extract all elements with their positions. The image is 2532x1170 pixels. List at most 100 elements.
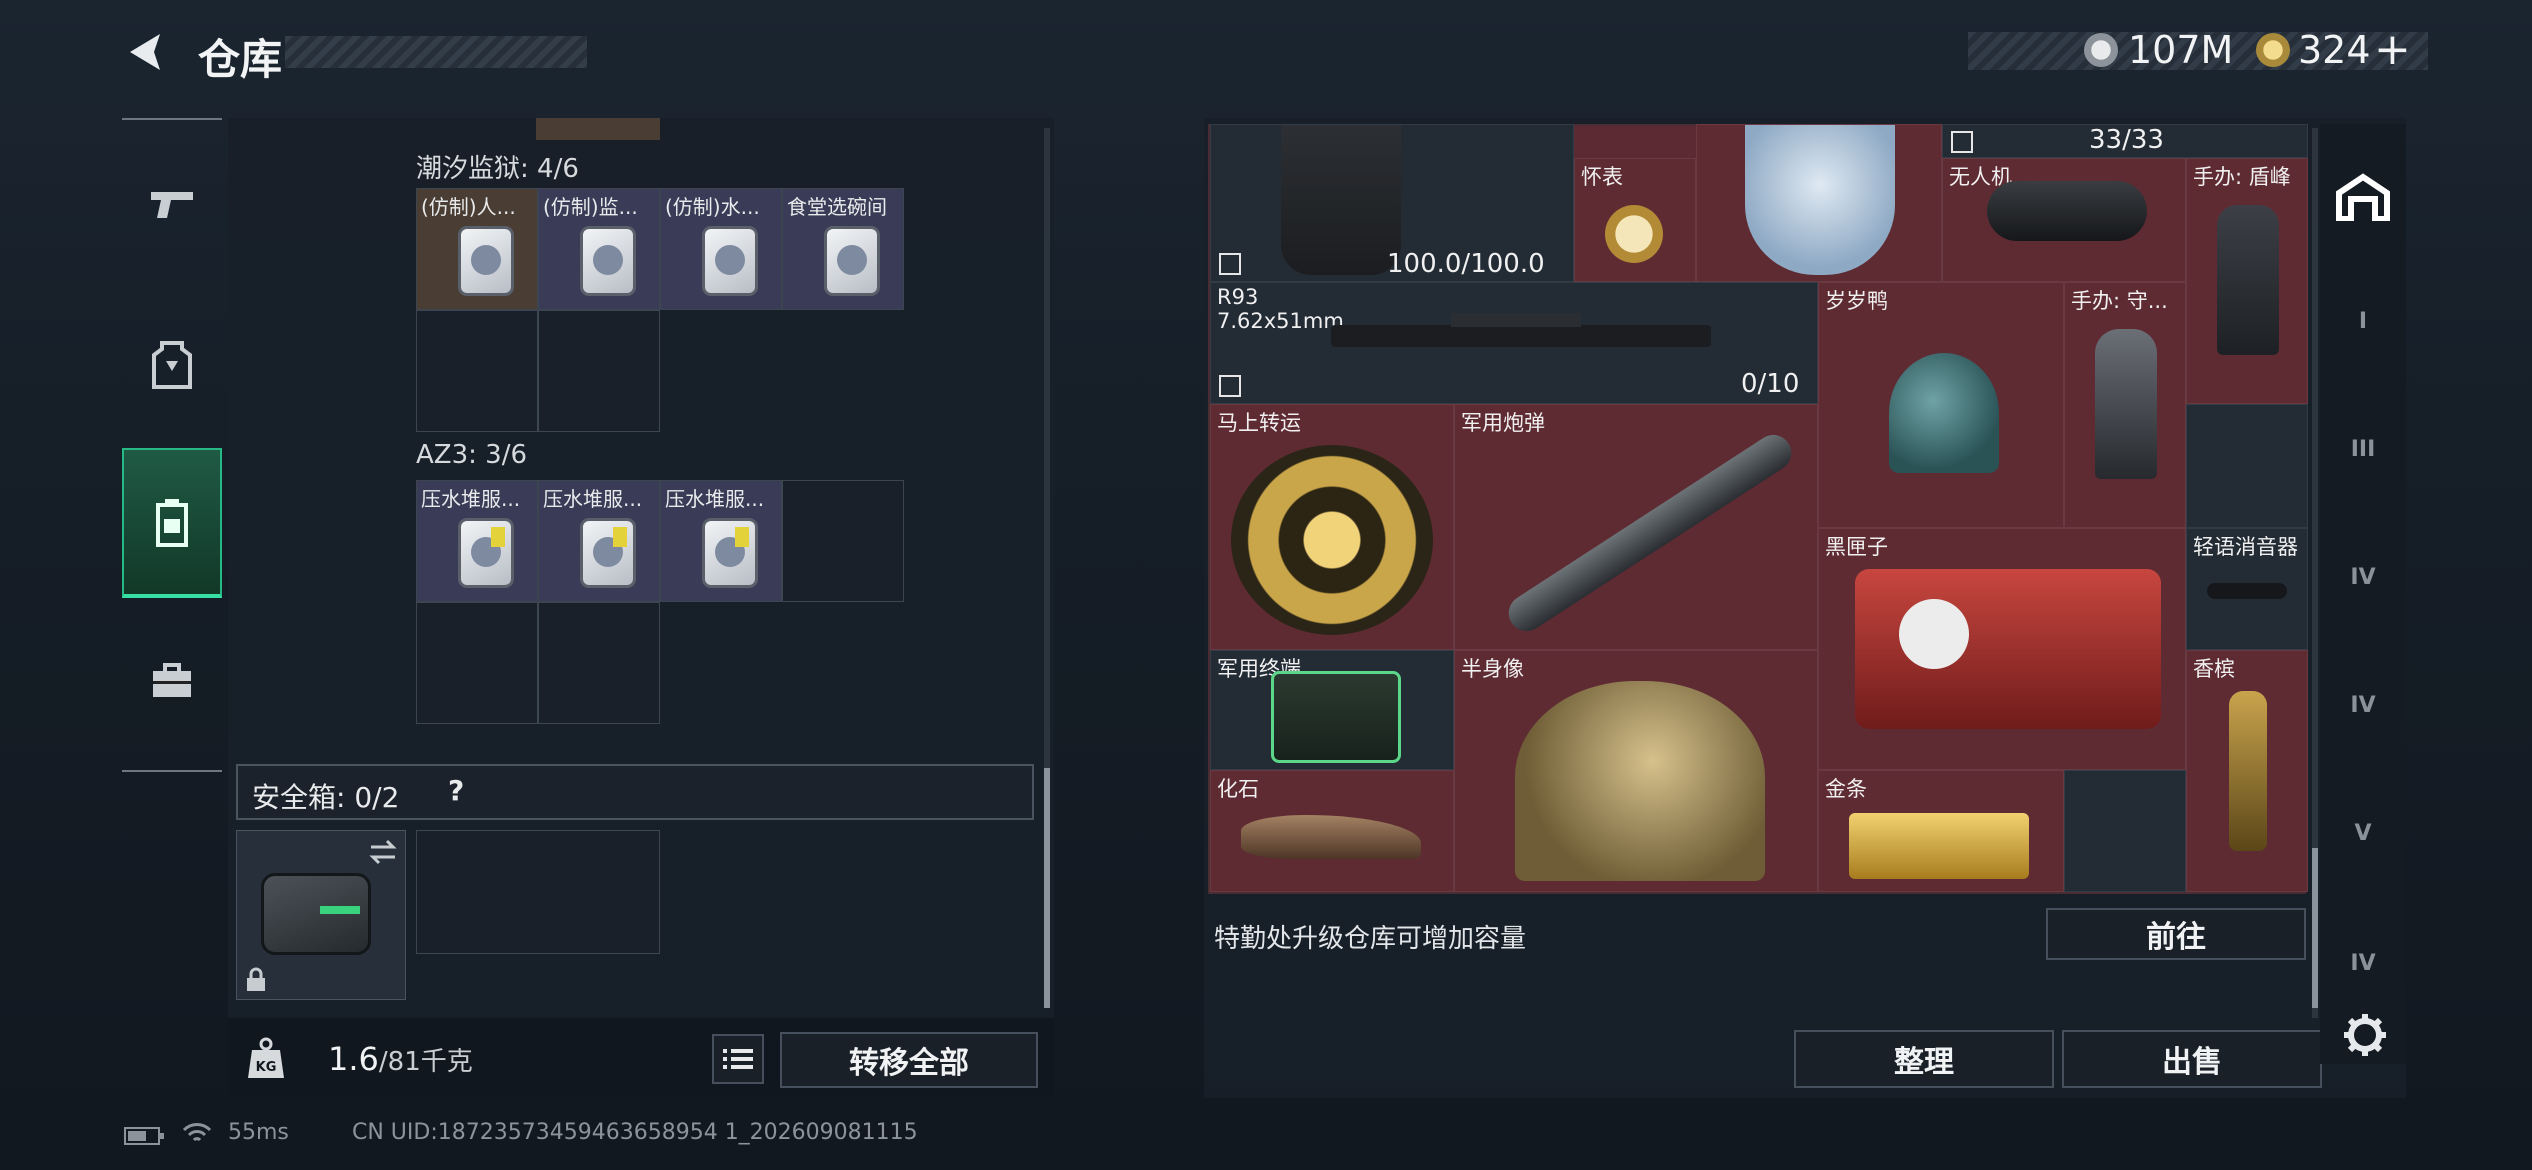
- r93-item[interactable]: R93 7.62x51mm 0/10: [1210, 282, 1818, 404]
- drone-item[interactable]: 无人机: [1942, 158, 2186, 282]
- nav-weapons[interactable]: [122, 130, 222, 280]
- keycard-icon: [583, 521, 633, 585]
- right-nav-2[interactable]: III: [2320, 390, 2406, 508]
- nav-backpack[interactable]: [122, 448, 222, 598]
- drone-icon: [1987, 181, 2147, 241]
- terminal-icon: [1271, 671, 1401, 763]
- ammo-count: 0/10: [1741, 369, 1800, 399]
- silencer-icon: [2207, 583, 2287, 599]
- safe-box-header: 安全箱: 0/2 ?: [236, 764, 1034, 820]
- empty-slot[interactable]: [538, 310, 660, 432]
- missile-item[interactable]: 军用炮弹: [1454, 404, 1818, 650]
- inventory-slot[interactable]: 压水堆服...: [416, 480, 538, 602]
- gold-medal-icon: [1231, 445, 1433, 635]
- empty-slot[interactable]: [538, 602, 660, 724]
- help-button[interactable]: ?: [448, 774, 464, 807]
- no-value-icon: [1219, 375, 1241, 397]
- inventory-slot[interactable]: 压水堆服...: [660, 480, 782, 602]
- weight-icon: KG: [246, 1036, 286, 1080]
- backpack-icon: [156, 499, 188, 547]
- vest-icon: [1281, 125, 1401, 275]
- no-value-icon: [1219, 253, 1241, 275]
- briefcase-icon: [153, 663, 191, 697]
- keycard-icon: [827, 229, 877, 293]
- blackbox-item[interactable]: 黑匣子: [1818, 528, 2186, 770]
- right-nav-5[interactable]: V: [2320, 774, 2406, 892]
- duck-item[interactable]: 岁岁鸭: [1818, 282, 2064, 528]
- swap-icon[interactable]: [367, 837, 399, 867]
- add-currency-button[interactable]: +: [2374, 24, 2411, 75]
- armor-icon: [152, 341, 192, 389]
- champagne-icon: [2229, 691, 2267, 851]
- section-label-prison: 潮汐监狱: 4/6: [416, 154, 579, 184]
- uid-text: CN UID:18723573459463658954 1_2026090811…: [352, 1120, 918, 1145]
- weight-max: /81千克: [378, 1047, 473, 1077]
- fossil-icon: [1241, 815, 1421, 859]
- nav-case[interactable]: [122, 606, 222, 756]
- title-decoration: [285, 36, 587, 68]
- bronze-duck-icon: [1889, 353, 1999, 473]
- pocket-watch-icon: [1605, 205, 1663, 263]
- bust-icon: [1515, 681, 1765, 881]
- watch-item[interactable]: 怀表: [1574, 158, 1696, 282]
- right-nav-6[interactable]: IV: [2320, 904, 2406, 1022]
- vest-item[interactable]: 100.0/100.0: [1210, 124, 1574, 282]
- keycard-icon: [461, 521, 511, 585]
- empty-slot[interactable]: [416, 310, 538, 432]
- inventory-slot[interactable]: 食堂选碗间: [782, 188, 904, 310]
- scrollbar-right[interactable]: [2312, 128, 2318, 1018]
- champagne-item[interactable]: 香槟: [2186, 650, 2308, 892]
- back-arrow-icon[interactable]: [124, 30, 168, 74]
- weight-text: 1.6/81千克: [328, 1040, 473, 1078]
- figure-item[interactable]: 手办: 盾峰: [2186, 158, 2308, 404]
- inventory-slot[interactable]: (仿制)人...: [416, 188, 538, 310]
- figure-item-2[interactable]: 手办: 守...: [2064, 282, 2186, 528]
- settings-gear-icon[interactable]: [2342, 1012, 2388, 1058]
- gun-icon: [151, 192, 193, 218]
- page-title: 仓库: [198, 35, 283, 84]
- terminal-item[interactable]: 军用终端: [1210, 650, 1454, 770]
- lock-icon: [247, 967, 265, 991]
- warehouse-icon: [2336, 173, 2390, 221]
- keycard-icon: [705, 229, 755, 293]
- right-nav-home[interactable]: [2320, 138, 2406, 256]
- capacity-text: 33/33: [2089, 125, 2164, 155]
- right-nav-1[interactable]: I: [2320, 262, 2406, 380]
- empty-slot[interactable]: [782, 480, 904, 602]
- goto-button[interactable]: 前往: [2046, 908, 2306, 960]
- nav-armor[interactable]: [122, 290, 222, 440]
- right-nav-4[interactable]: IV: [2320, 646, 2406, 764]
- sort-button[interactable]: 整理: [1794, 1030, 2054, 1088]
- currency-amount-1: 107M: [2128, 28, 2234, 72]
- sell-button[interactable]: 出售: [2062, 1030, 2322, 1088]
- right-nav-3[interactable]: IV: [2320, 518, 2406, 636]
- keycard-icon: [705, 521, 755, 585]
- silencer-item[interactable]: 轻语消音器: [2186, 528, 2308, 650]
- bust-item[interactable]: 半身像: [1454, 650, 1818, 892]
- gold-bar-item[interactable]: 金条: [1818, 770, 2064, 892]
- inventory-slot[interactable]: (仿制)监...: [538, 188, 660, 310]
- svg-text:KG: KG: [256, 1060, 277, 1075]
- empty-grid-cell[interactable]: [2064, 770, 2186, 892]
- inventory-slot[interactable]: 压水堆服...: [538, 480, 660, 602]
- safe-box-slot[interactable]: [236, 830, 406, 1000]
- list-icon: [723, 1049, 753, 1069]
- partial-item-top: [536, 118, 660, 140]
- blackbox-icon: [1855, 569, 2161, 729]
- list-view-button[interactable]: [712, 1034, 764, 1084]
- fossil-item[interactable]: 化石: [1210, 770, 1454, 892]
- battery-icon: [124, 1127, 164, 1145]
- ping-text: 55ms: [228, 1120, 289, 1145]
- wifi-icon: [182, 1123, 212, 1142]
- inventory-slot[interactable]: (仿制)水...: [660, 188, 782, 310]
- empty-grid-cell[interactable]: [2186, 404, 2308, 528]
- keycard-icon: [461, 229, 511, 293]
- safe-box-label: 安全箱: 0/2: [252, 781, 400, 814]
- empty-safe-slot[interactable]: [416, 830, 660, 954]
- vase-item[interactable]: [1696, 124, 1942, 282]
- empty-slot[interactable]: [416, 602, 538, 724]
- scrollbar-left[interactable]: [1044, 128, 1050, 1008]
- transfer-all-button[interactable]: 转移全部: [780, 1032, 1038, 1088]
- gold-coin-icon: [2256, 33, 2290, 67]
- fortune-item[interactable]: 马上转运: [1210, 404, 1454, 650]
